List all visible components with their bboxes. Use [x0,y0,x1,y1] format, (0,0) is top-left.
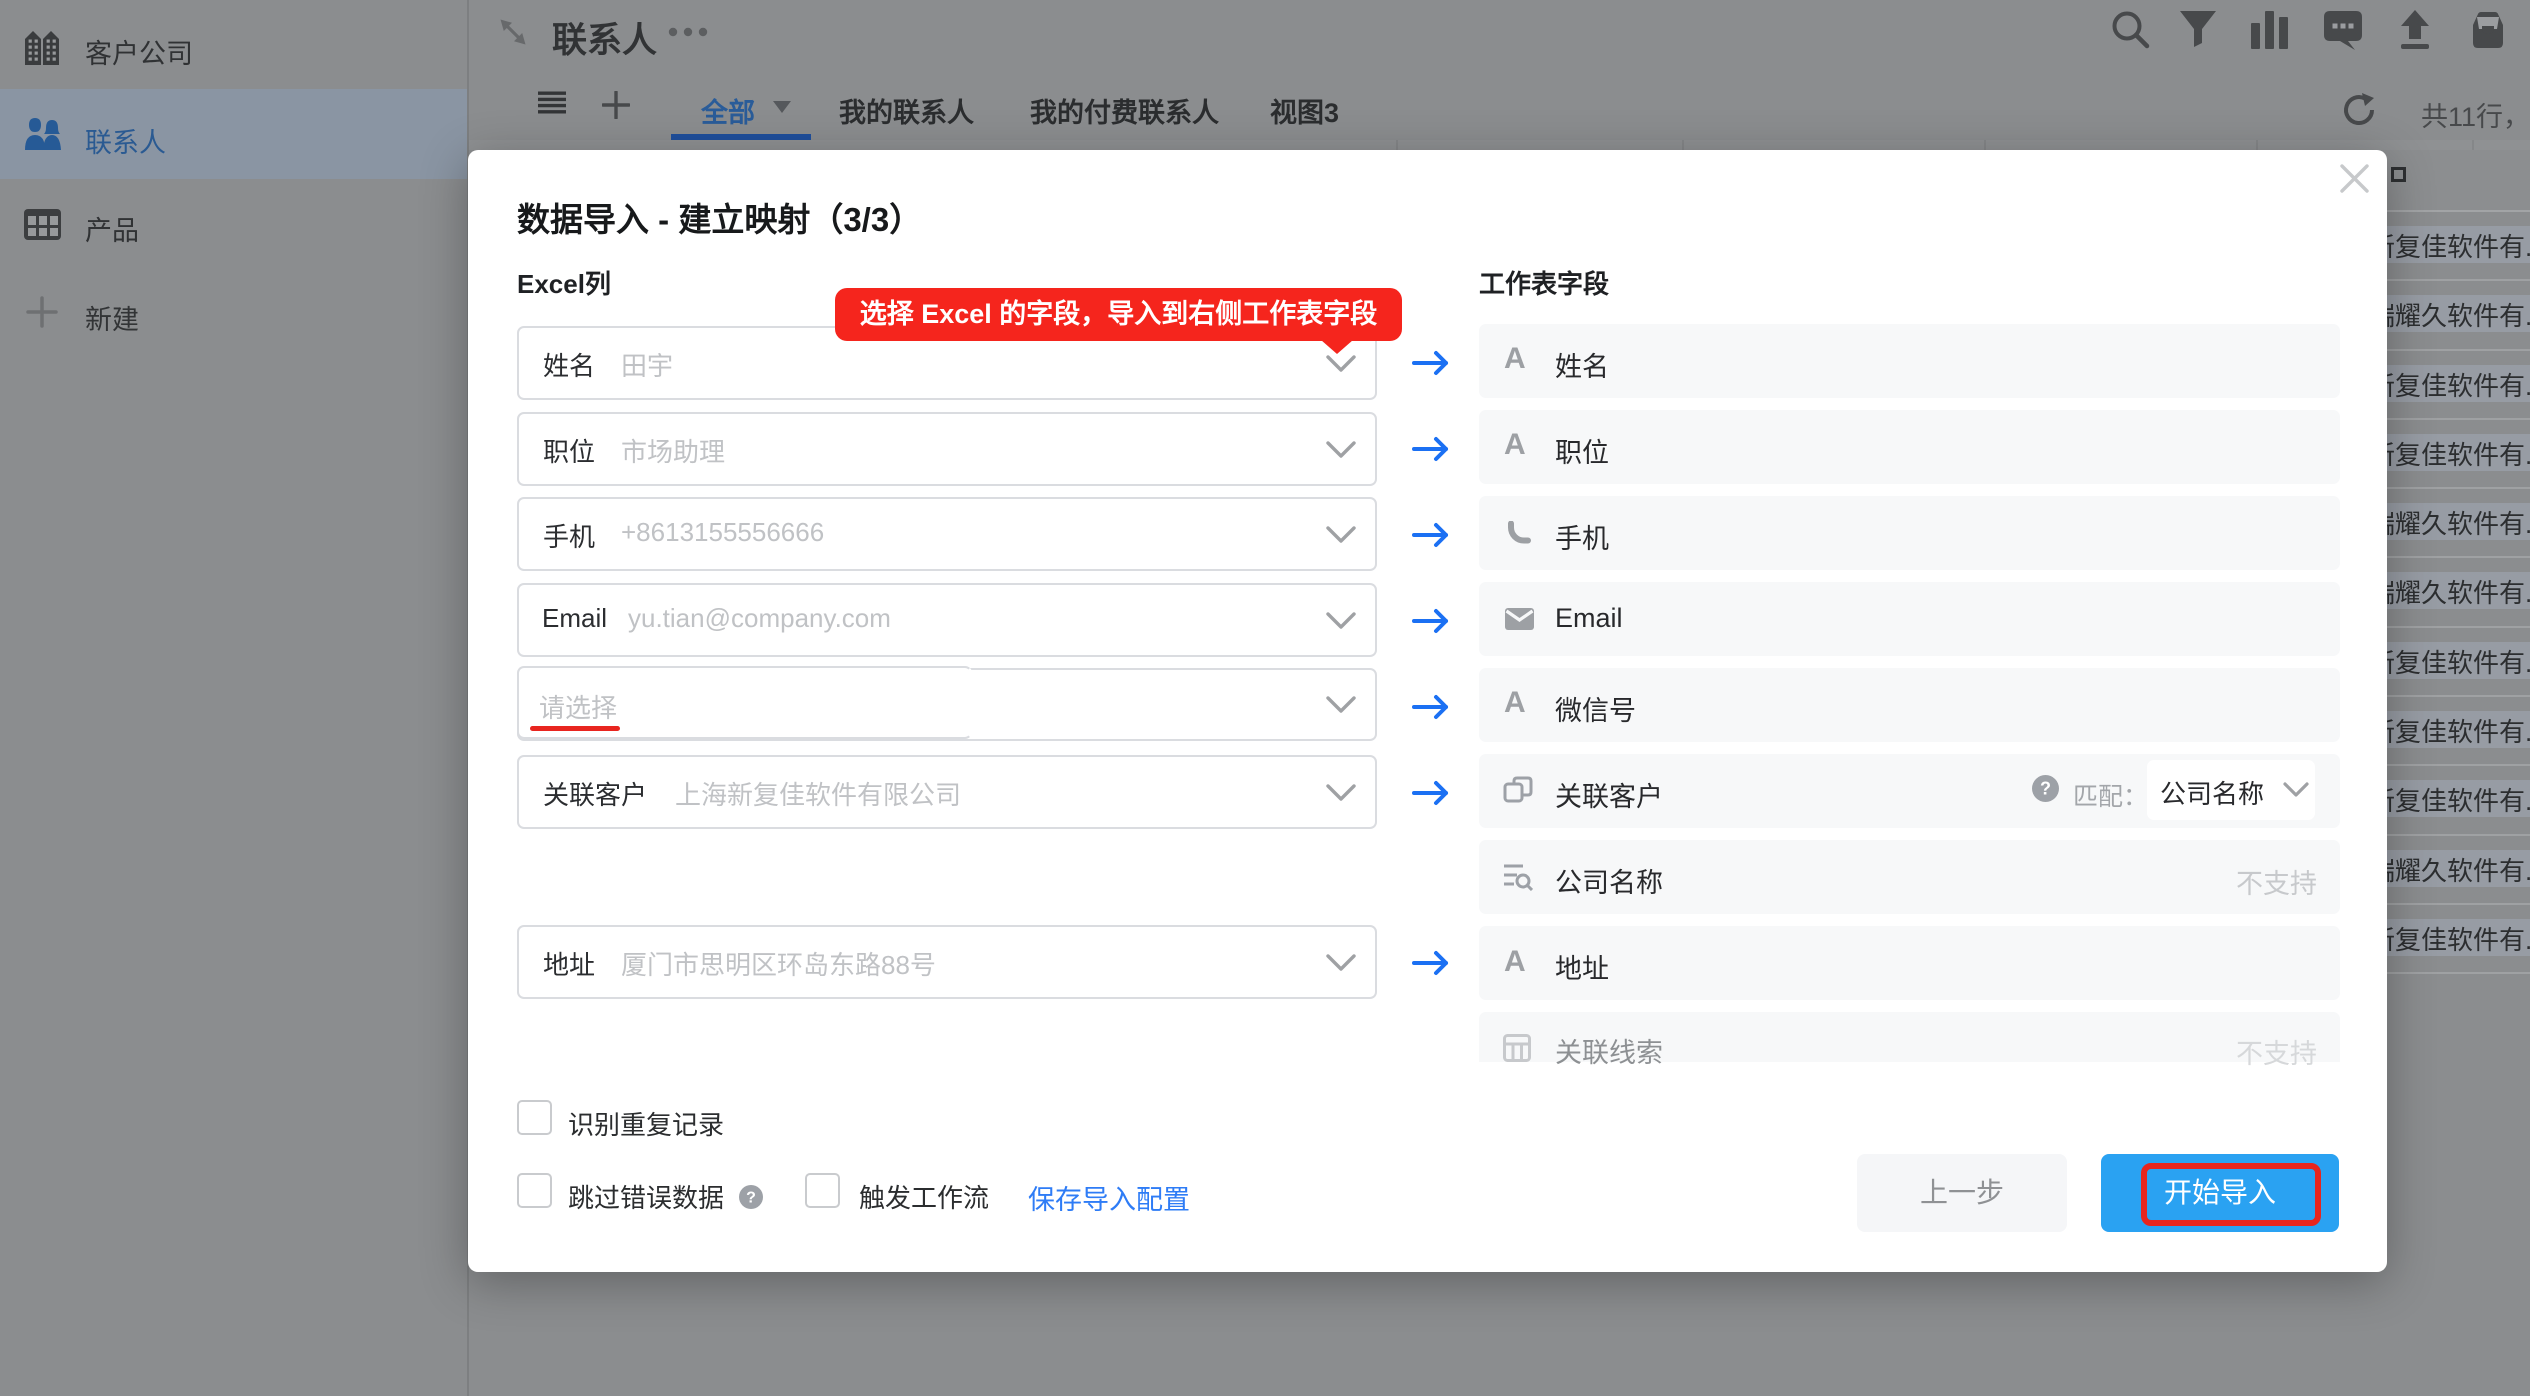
svg-text:?: ? [746,1190,756,1207]
svg-text:?: ? [2040,779,2051,799]
